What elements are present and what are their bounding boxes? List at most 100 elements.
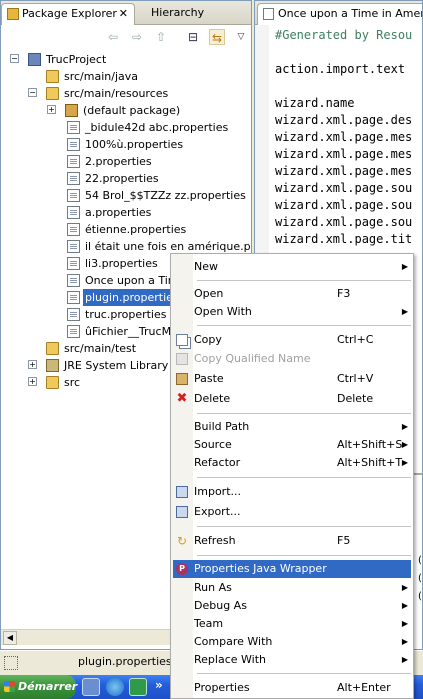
back-icon[interactable]: ⇦: [105, 29, 121, 45]
refresh-icon: ↻: [176, 534, 188, 548]
properties-file-icon: [67, 291, 80, 304]
submenu-arrow-icon: ▶: [401, 637, 408, 646]
menu-item-import[interactable]: Import...: [173, 483, 411, 501]
menu-item-shortcut: Ctrl+V: [337, 372, 374, 385]
quicklaunch-app-icon[interactable]: [129, 678, 147, 696]
menu-item-properties[interactable]: Properties Alt+Enter: [173, 679, 411, 697]
collapse-toggle[interactable]: −: [10, 54, 19, 63]
collapse-toggle[interactable]: −: [28, 88, 37, 97]
start-button-label: Démarrer: [18, 680, 78, 693]
menu-item-open-with[interactable]: Open With ▶: [173, 303, 411, 321]
link-with-editor-icon[interactable]: ⇆: [209, 29, 225, 45]
delete-icon: ✖: [176, 391, 188, 406]
code-line: #Generated by Resou: [275, 28, 413, 42]
menu-item-source[interactable]: Source Alt+Shift+S ▶: [173, 436, 411, 454]
context-menu: New ▶ Open F3 Open With ▶ Copy Ctrl+C Co…: [170, 253, 414, 699]
project-icon: [28, 53, 41, 66]
menu-item-label: Open With: [194, 305, 252, 318]
quicklaunch-app-icon[interactable]: [82, 678, 100, 696]
tree-item-label: li3.properties: [85, 257, 158, 270]
code-line: wizard.xml.page.sou: [275, 181, 413, 195]
menu-item-compare-with[interactable]: Compare With ▶: [173, 633, 411, 651]
collapse-all-icon[interactable]: ⊟: [185, 29, 201, 45]
tab-package-explorer-label: Package Explorer: [22, 7, 117, 20]
menu-item-label: Paste: [194, 372, 224, 385]
properties-file-icon: [67, 223, 80, 236]
lower-panel-text: (S: [418, 573, 422, 584]
forward-icon[interactable]: ⇨: [129, 29, 145, 45]
editor-tab-bar: Once upon a Time in America.p: [255, 1, 422, 25]
menu-separator: [197, 325, 411, 326]
tree-item-label: TrucProject: [46, 53, 107, 66]
view-menu-icon[interactable]: ▽: [233, 29, 249, 45]
menu-item-replace-with[interactable]: Replace With ▶: [173, 651, 411, 669]
menu-item-label: Copy: [194, 333, 222, 346]
menu-item-refactor[interactable]: Refactor Alt+Shift+T ▶: [173, 454, 411, 472]
submenu-arrow-icon: ▶: [401, 440, 408, 449]
tree-item-label: _bidule42d abc.properties: [85, 121, 229, 134]
menu-item-shortcut: Delete: [337, 392, 374, 405]
properties-file-icon: [67, 240, 80, 253]
submenu-arrow-icon: ▶: [401, 458, 408, 467]
menu-item-label: Compare With: [194, 635, 273, 648]
menu-item-properties-java-wrapper[interactable]: P Properties Java Wrapper: [173, 560, 411, 578]
up-icon[interactable]: ⇧: [153, 29, 169, 45]
package-icon: [65, 104, 78, 117]
code-line: wizard.xml.page.sou: [275, 215, 413, 229]
code-line: wizard.xml.page.mes: [275, 164, 413, 178]
menu-item-copy[interactable]: Copy Ctrl+C: [173, 331, 411, 349]
code-line: wizard.xml.page.sou: [275, 198, 413, 212]
expand-toggle[interactable]: +: [28, 377, 37, 386]
menu-item-copy-qualified-name: Copy Qualified Name: [173, 350, 411, 368]
export-icon: [176, 506, 188, 518]
tree-item-label: src/main/resources: [64, 87, 169, 100]
menu-item-refresh[interactable]: ↻ Refresh F5: [173, 532, 411, 550]
source-folder-icon: [46, 342, 59, 355]
menu-item-shortcut: Alt+Enter: [337, 681, 391, 694]
folder-icon: [46, 376, 59, 389]
windows-logo-icon: [4, 681, 15, 692]
menu-item-label: Build Path: [194, 420, 250, 433]
menu-item-label: New: [194, 260, 218, 273]
expand-toggle[interactable]: +: [47, 105, 56, 114]
menu-item-team[interactable]: Team ▶: [173, 615, 411, 633]
menu-item-label: Properties Java Wrapper: [194, 562, 327, 575]
menu-item-build-path[interactable]: Build Path ▶: [173, 418, 411, 436]
menu-item-delete[interactable]: ✖ Delete Delete: [173, 390, 411, 408]
properties-file-icon: [67, 206, 80, 219]
menu-item-label: Copy Qualified Name: [194, 352, 311, 365]
properties-file-icon: [67, 325, 80, 338]
menu-separator: [197, 477, 411, 478]
fast-view-icon[interactable]: [4, 656, 18, 670]
submenu-arrow-icon: ▶: [401, 601, 408, 610]
scroll-left-icon[interactable]: ◀: [3, 631, 17, 645]
menu-item-paste[interactable]: Paste Ctrl+V: [173, 370, 411, 388]
expand-toggle[interactable]: +: [28, 360, 37, 369]
menu-item-open[interactable]: Open F3: [173, 285, 411, 303]
submenu-arrow-icon: ▶: [401, 619, 408, 628]
tree-item-label: JRE System Library [jr: [64, 359, 184, 372]
tree-item-label: plugin.properties: [83, 289, 181, 306]
tab-package-explorer[interactable]: Package Explorer ✕: [1, 3, 135, 25]
menu-item-new[interactable]: New ▶: [173, 258, 411, 276]
start-button[interactable]: Démarrer: [0, 675, 78, 699]
menu-item-export[interactable]: Export...: [173, 503, 411, 521]
status-text: plugin.properties -: [78, 655, 180, 668]
properties-file-icon: [67, 155, 80, 168]
menu-item-debug-as[interactable]: Debug As ▶: [173, 597, 411, 615]
tab-editor-file[interactable]: Once upon a Time in America.p: [257, 3, 422, 25]
tree-item-label: 100%ù.properties: [85, 138, 184, 151]
tab-hierarchy[interactable]: Hierarchy: [145, 3, 225, 25]
code-line: wizard.xml.page.mes: [275, 147, 413, 161]
lower-panel-text: (S: [418, 555, 422, 566]
quicklaunch-chevron-icon[interactable]: »: [155, 678, 163, 692]
properties-wrapper-icon: P: [176, 563, 188, 575]
menu-separator: [197, 413, 411, 414]
close-icon[interactable]: ✕: [119, 4, 128, 24]
tree-item-label: étienne.properties: [85, 223, 187, 236]
menu-item-run-as[interactable]: Run As ▶: [173, 579, 411, 597]
submenu-arrow-icon: ▶: [401, 583, 408, 592]
code-line: wizard.xml.page.tit: [275, 232, 413, 246]
internet-explorer-icon[interactable]: [106, 678, 124, 696]
menu-item-shortcut: F5: [337, 534, 351, 547]
